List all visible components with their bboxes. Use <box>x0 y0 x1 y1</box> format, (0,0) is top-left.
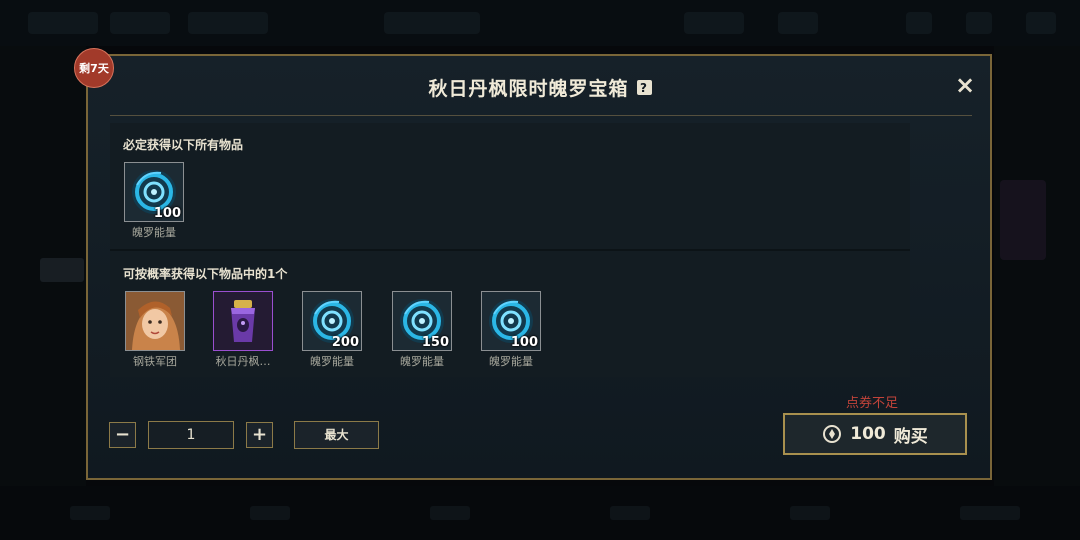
max-button[interactable]: 最大 <box>294 421 379 449</box>
help-icon[interactable]: ? <box>636 80 652 95</box>
coupon-icon <box>823 425 842 443</box>
item-quantity: 150 <box>421 335 449 350</box>
quantity-input[interactable]: 1 <box>148 421 234 449</box>
buy-button[interactable]: 100 购买 <box>783 413 967 455</box>
modal-title: 秋日丹枫限时魄罗宝箱 ? <box>0 74 1080 101</box>
chance-label: 可按概率获得以下物品中的1个 <box>123 267 288 281</box>
item-quantity: 100 <box>510 335 538 350</box>
chance-item-poro-energy-200[interactable]: 200 魄罗能量 <box>302 291 362 369</box>
item-name: 魄罗能量 <box>132 226 176 239</box>
item-name: 魄罗能量 <box>310 355 354 368</box>
chance-item-poro-energy-150[interactable]: 150 魄罗能量 <box>392 291 452 369</box>
item-frame: 100 <box>481 291 541 351</box>
item-name: 魄罗能量 <box>400 355 444 368</box>
item-frame <box>213 291 273 351</box>
title-divider <box>110 115 972 116</box>
increase-button[interactable]: + <box>246 422 273 448</box>
item-name: 钢铁军团 <box>133 355 177 368</box>
item-name: 秋日丹枫… <box>215 355 271 368</box>
insufficient-funds-warning: 点券不足 <box>846 396 899 411</box>
item-quantity: 200 <box>331 335 359 350</box>
item-frame: 200 <box>302 291 362 351</box>
item-frame <box>125 291 185 351</box>
decrease-button[interactable]: − <box>109 422 136 448</box>
chance-item-crate[interactable]: 秋日丹枫… <box>213 291 273 369</box>
guaranteed-item[interactable]: 100 魄罗能量 <box>124 162 184 240</box>
item-frame: 100 <box>124 162 184 222</box>
buy-price: 100 <box>850 424 886 444</box>
chance-item-poro-energy-100[interactable]: 100 魄罗能量 <box>481 291 541 369</box>
chance-item-champion[interactable]: 钢铁军团 <box>125 291 185 369</box>
item-frame: 150 <box>392 291 452 351</box>
close-icon[interactable]: × <box>952 72 978 98</box>
modal-title-text: 秋日丹枫限时魄罗宝箱 <box>428 78 629 100</box>
item-name: 魄罗能量 <box>489 355 533 368</box>
buy-label: 购买 <box>893 426 928 447</box>
purple-crate-icon <box>231 300 255 342</box>
champion-portrait-icon <box>126 292 184 350</box>
section-divider <box>110 249 910 251</box>
item-quantity: 100 <box>153 206 181 221</box>
guaranteed-label: 必定获得以下所有物品 <box>123 138 244 152</box>
